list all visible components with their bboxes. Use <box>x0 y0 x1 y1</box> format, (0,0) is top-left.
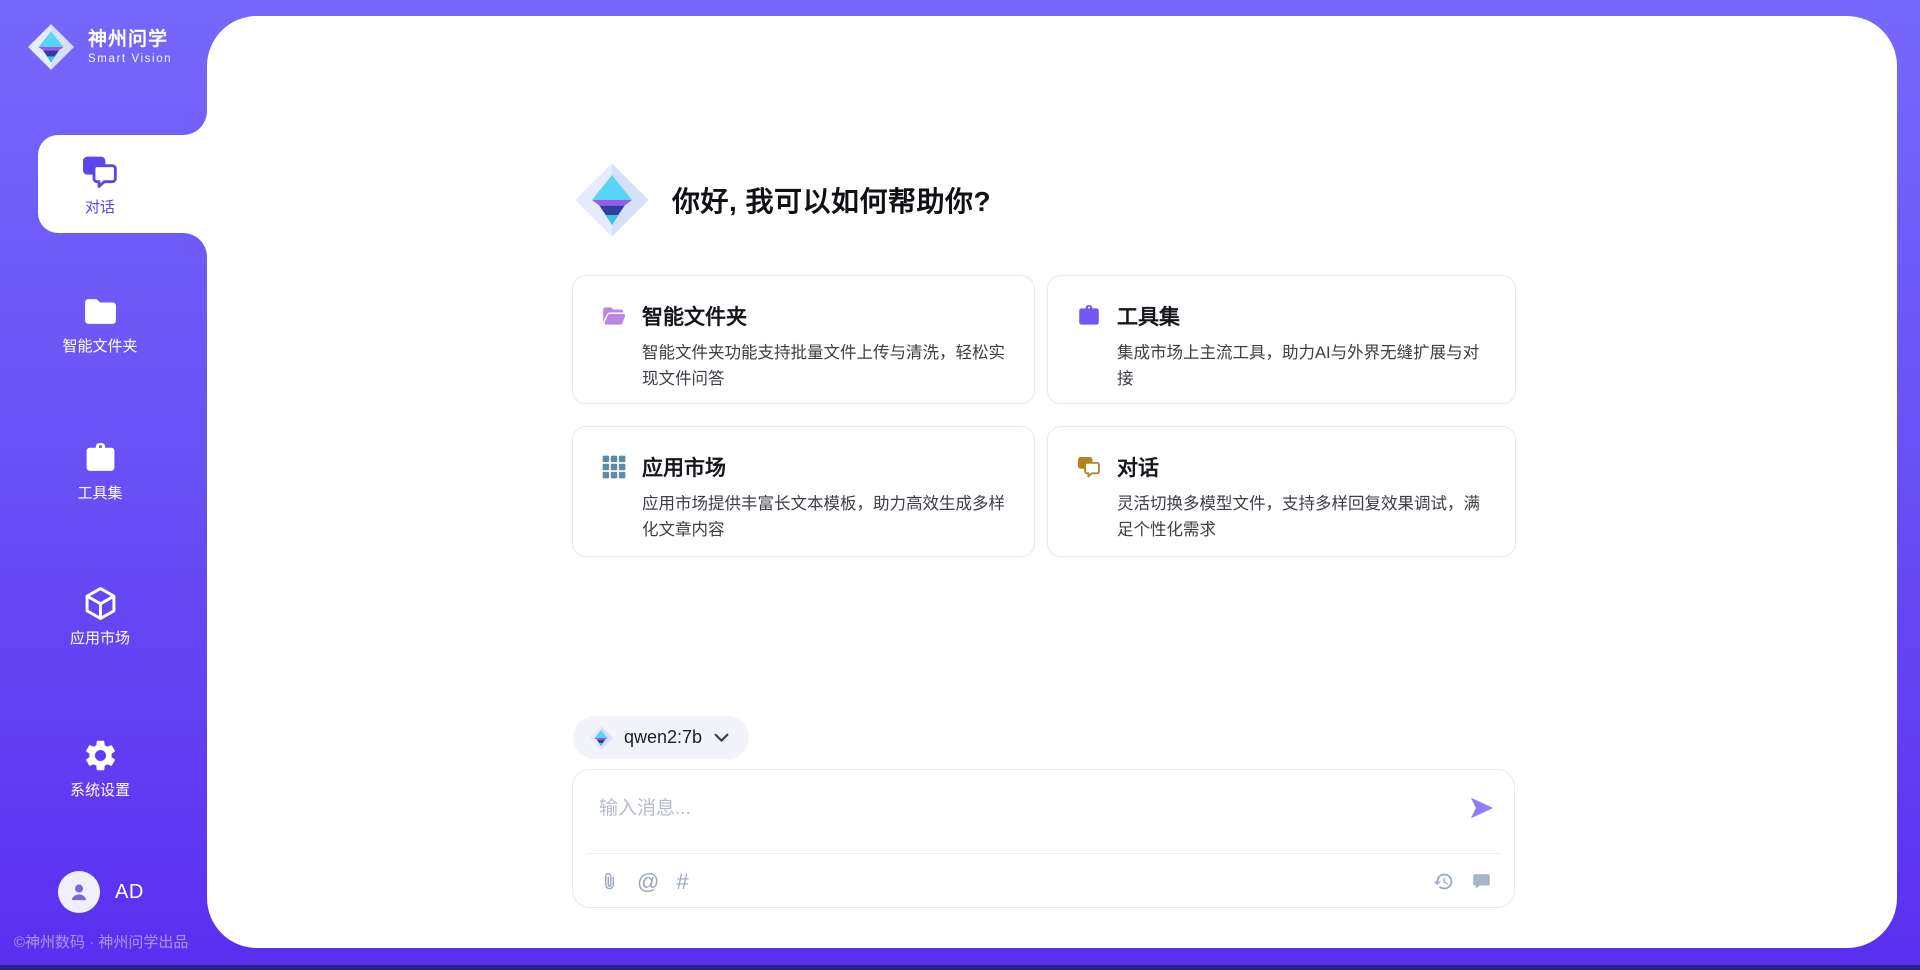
sidebar-item-toolset[interactable]: 工具集 <box>38 440 162 506</box>
attach-button[interactable] <box>599 871 620 892</box>
brand-name: 神州问学 <box>88 28 172 52</box>
feature-card-app-market[interactable]: 应用市场 应用市场提供丰富长文本模板，助力高效生成多样化文章内容 <box>572 426 1035 557</box>
cube-icon <box>82 585 119 622</box>
brand: 神州问学 Smart Vision <box>26 22 172 72</box>
hash-button[interactable]: # <box>676 871 688 892</box>
sidebar-item-label: 应用市场 <box>70 630 130 648</box>
greeting-diamond-icon <box>572 160 652 240</box>
card-title: 应用市场 <box>642 452 726 482</box>
gear-icon <box>82 737 119 774</box>
mention-button[interactable]: @ <box>637 871 659 892</box>
brand-subtitle: Smart Vision <box>88 52 172 67</box>
feedback-button[interactable] <box>1471 871 1492 892</box>
send-button[interactable] <box>1468 794 1496 822</box>
greeting: 你好, 我可以如何帮助你? <box>572 160 991 240</box>
grid-icon <box>601 454 627 480</box>
person-icon <box>66 879 92 905</box>
sidebar-item-settings[interactable]: 系统设置 <box>38 737 162 803</box>
folder-open-icon <box>601 303 627 329</box>
model-selector[interactable]: qwen2:7b <box>573 716 749 759</box>
card-description: 集成市场上主流工具，助力AI与外界无缝扩展与对接 <box>1117 340 1487 392</box>
model-diamond-icon <box>588 725 614 751</box>
card-description: 应用市场提供丰富长文本模板，助力高效生成多样化文章内容 <box>642 491 1006 543</box>
card-description: 智能文件夹功能支持批量文件上传与清洗，轻松实现文件问答 <box>642 340 1006 392</box>
chat-bubble-icon <box>1471 871 1492 892</box>
copyright: ©神州数码 · 神州问学出品 <box>14 931 188 952</box>
card-title: 对话 <box>1117 452 1159 482</box>
sidebar-item-chat[interactable]: 对话 <box>38 135 162 233</box>
chat-bubbles-icon <box>1076 454 1102 480</box>
feature-card-chat[interactable]: 对话 灵活切换多模型文件，支持多样回复效果调试，满足个性化需求 <box>1047 426 1516 557</box>
greeting-title: 你好, 我可以如何帮助你? <box>672 180 991 220</box>
user-row[interactable]: AD <box>58 871 144 913</box>
brand-diamond-icon <box>26 22 76 72</box>
hash-icon: # <box>676 871 688 892</box>
chevron-down-icon <box>714 733 729 743</box>
card-description: 灵活切换多模型文件，支持多样回复效果调试，满足个性化需求 <box>1117 491 1487 543</box>
briefcase-icon <box>1076 303 1102 329</box>
app-window: 神州问学 Smart Vision 对话 智能文件夹 工具集 应用市场 系统设置… <box>0 0 1920 970</box>
composer: @ # <box>572 769 1515 908</box>
paperclip-icon <box>599 871 620 892</box>
history-button[interactable] <box>1433 871 1454 892</box>
sidebar-item-label: 系统设置 <box>70 782 130 800</box>
message-input[interactable] <box>573 770 1433 850</box>
send-icon <box>1468 794 1496 822</box>
feature-card-smart-folder[interactable]: 智能文件夹 智能文件夹功能支持批量文件上传与清洗，轻松实现文件问答 <box>572 275 1035 404</box>
tab-fillet-bottom <box>183 233 207 257</box>
sidebar-item-label: 对话 <box>85 199 115 217</box>
card-title: 工具集 <box>1117 301 1180 331</box>
sidebar-item-label: 智能文件夹 <box>62 338 137 356</box>
avatar[interactable] <box>58 871 100 913</box>
tab-fillet-top <box>183 111 207 135</box>
sidebar-item-smart-folder[interactable]: 智能文件夹 <box>38 293 162 359</box>
history-icon <box>1433 871 1454 892</box>
bottom-edge <box>0 965 1920 970</box>
card-title: 智能文件夹 <box>642 301 747 331</box>
folder-icon <box>82 293 119 330</box>
feature-card-toolset[interactable]: 工具集 集成市场上主流工具，助力AI与外界无缝扩展与对接 <box>1047 275 1516 404</box>
briefcase-icon <box>82 440 119 477</box>
model-name: qwen2:7b <box>624 727 702 748</box>
user-name: AD <box>115 881 144 904</box>
chat-bubbles-icon <box>80 152 120 192</box>
sidebar-item-app-market[interactable]: 应用市场 <box>38 585 162 651</box>
mention-icon: @ <box>637 871 659 892</box>
sidebar-item-label: 工具集 <box>77 485 122 503</box>
